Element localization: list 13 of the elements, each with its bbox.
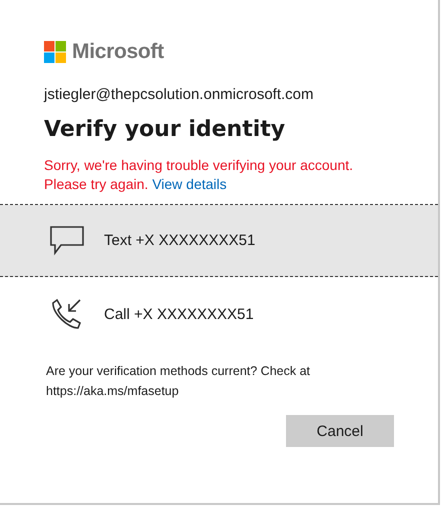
page-title: Verify your identity [44, 117, 286, 142]
account-email: jstiegler@thepcsolution.onmicrosoft.com [44, 86, 315, 103]
error-message: Sorry, we're having trouble verifying your account. Please try again. View details [44, 156, 354, 194]
chat-bubble-icon [50, 226, 84, 256]
phone-icon [50, 297, 84, 331]
logo-icon [44, 41, 66, 63]
cancel-button[interactable]: Cancel [286, 415, 394, 447]
view-details-link[interactable]: View details [152, 176, 227, 192]
verification-option[interactable]: Text +X XXXXXXXX51 [0, 205, 438, 277]
brand-name: Microsoft [72, 40, 164, 64]
footer-note: Are your verification methods current? Check at https://aka.ms/mfasetup [46, 363, 312, 400]
option-label: Call +X XXXXXXXX51 [104, 306, 254, 322]
option-label: Text +X XXXXXXXX51 [104, 232, 256, 249]
